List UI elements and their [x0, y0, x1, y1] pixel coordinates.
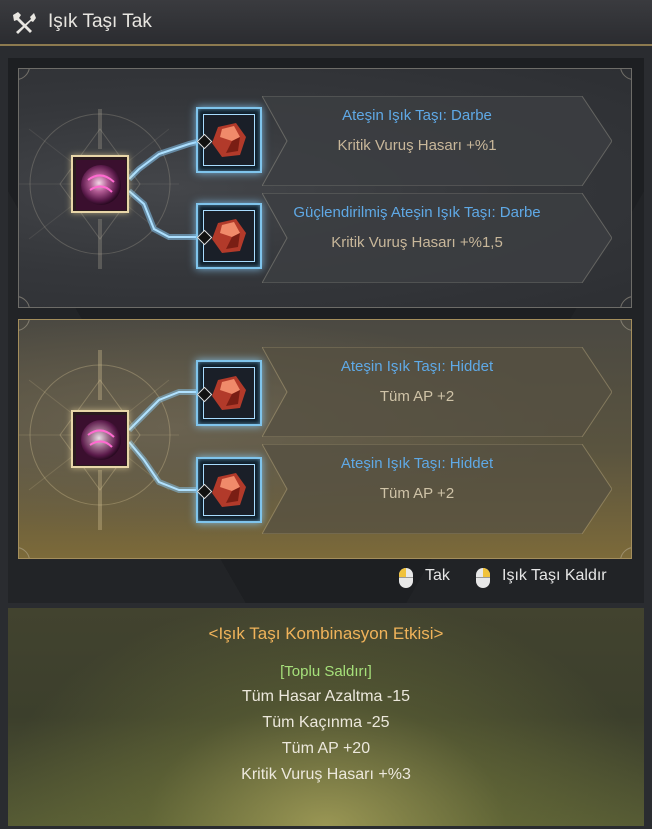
stone-effect: Kritik Vuruş Hasarı +%1,5 — [331, 234, 503, 251]
combination-effect-line: Tüm Hasar Azaltma -15 — [241, 688, 411, 705]
panel-decoration — [19, 350, 201, 530]
window-title: Işık Taşı Tak — [48, 11, 152, 32]
red-crystal-icon — [212, 473, 246, 507]
red-crystal-icon — [212, 123, 246, 157]
left-click-mouse-icon — [399, 568, 413, 588]
combination-effect-panel: <Işık Taşı Kombinasyon Etkisi> [Toplu Sa… — [8, 608, 644, 826]
pink-orb-icon — [76, 415, 126, 465]
stone-name: Ateşin Işık Taşı: Hiddet — [340, 358, 494, 375]
stone-name: Ateşin Işık Taşı: Darbe — [342, 107, 492, 124]
hammer-wrench-icon — [10, 10, 38, 36]
stone-set-panel[interactable]: Ateşin Işık Taşı: Hiddet Tüm AP +2 Ateşi… — [18, 319, 632, 559]
remove-stone-hint-label: Işık Taşı Kaldır — [502, 567, 607, 584]
stone-info-card: Ateşin Işık Taşı: Darbe Kritik Vuruş Has… — [262, 96, 612, 186]
panel-corner-ornament — [620, 320, 631, 331]
stone-info-card: Güçlendirilmiş Ateşin Işık Taşı: Darbe K… — [262, 193, 612, 283]
stone-effect: Tüm AP +2 — [379, 388, 455, 405]
title-bar[interactable]: Işık Taşı Tak — [0, 0, 652, 46]
stone-effect: Tüm AP +2 — [379, 485, 455, 502]
red-crystal-icon — [212, 219, 246, 253]
stone-name: Güçlendirilmiş Ateşin Işık Taşı: Darbe — [293, 204, 541, 221]
combination-category: [Toplu Saldırı] — [280, 663, 372, 680]
panel-corner-ornament — [620, 296, 631, 307]
stone-info-card: Ateşin Işık Taşı: Hiddet Tüm AP +2 — [262, 347, 612, 437]
red-crystal-icon — [212, 376, 246, 410]
equip-hint-label: Tak — [425, 567, 450, 584]
combination-effect-line: Tüm AP +20 — [281, 740, 371, 757]
main-item-slot[interactable] — [71, 155, 129, 213]
stone-set-panel[interactable]: Ateşin Işık Taşı: Darbe Kritik Vuruş Has… — [18, 68, 632, 308]
panel-corner-ornament — [620, 547, 631, 558]
right-click-mouse-icon — [476, 568, 490, 588]
combination-title: <Işık Taşı Kombinasyon Etkisi> — [208, 624, 444, 643]
pink-orb-icon — [76, 160, 126, 210]
combination-effect-line: Tüm Kaçınma -25 — [262, 714, 390, 731]
panel-decoration — [19, 109, 202, 269]
stone-info-card: Ateşin Işık Taşı: Hiddet Tüm AP +2 — [262, 444, 612, 534]
combination-effect-line: Kritik Vuruş Hasarı +%3 — [241, 766, 411, 783]
stone-effect: Kritik Vuruş Hasarı +%1 — [337, 137, 497, 154]
stone-sets-area: Ateşin Işık Taşı: Darbe Kritik Vuruş Has… — [8, 58, 644, 603]
main-item-slot[interactable] — [71, 410, 129, 468]
panel-corner-ornament — [620, 69, 631, 80]
stone-name: Ateşin Işık Taşı: Hiddet — [340, 455, 494, 472]
